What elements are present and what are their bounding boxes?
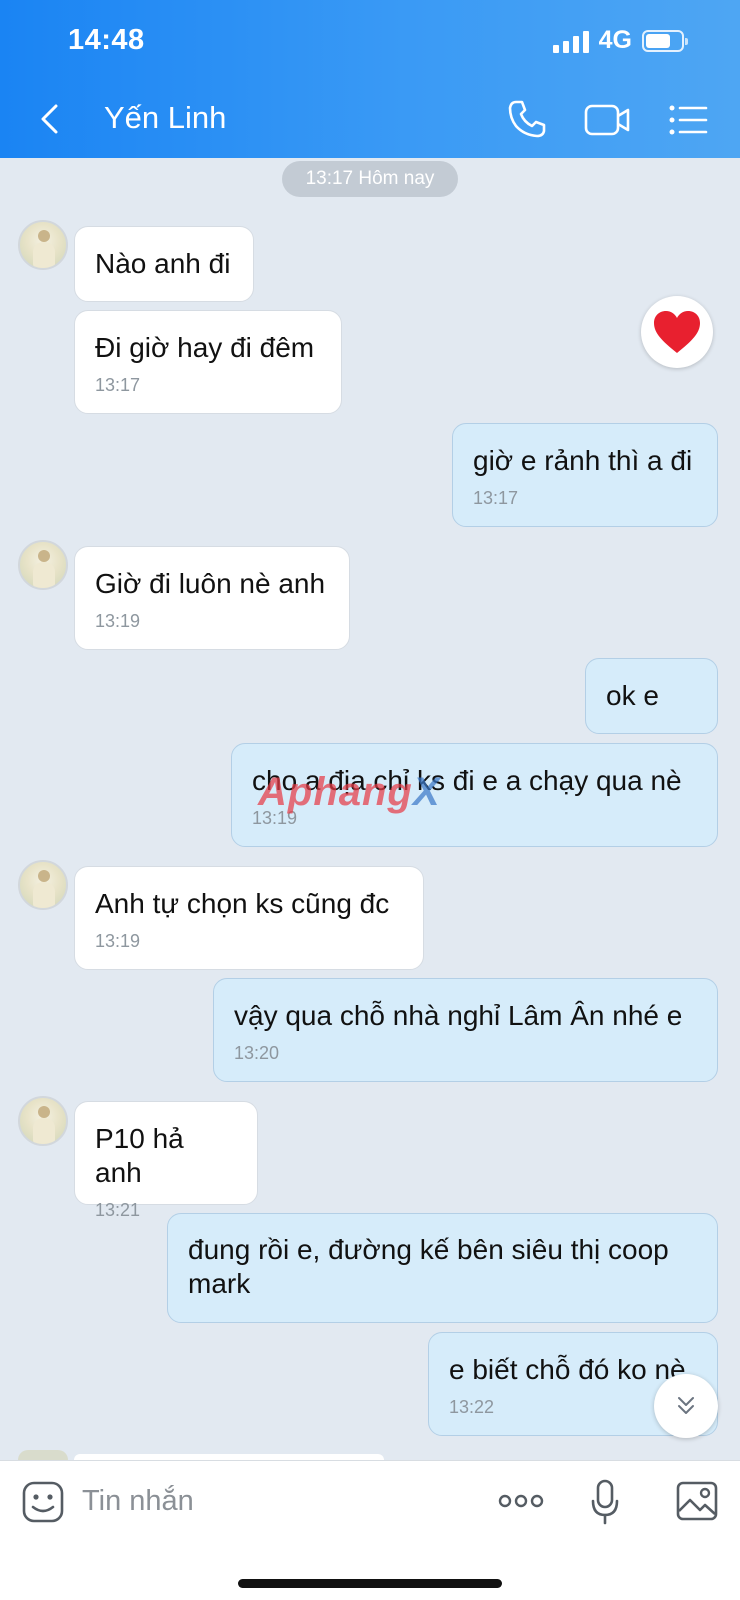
message-text: P10 hả anh bbox=[95, 1123, 184, 1188]
watermark-text: Aphang bbox=[258, 770, 413, 814]
menu-icon[interactable] bbox=[668, 102, 708, 138]
message-bubble-out[interactable]: đung rồi e, đường kế bên siêu thị coop m… bbox=[167, 1213, 718, 1323]
message-bubble-in[interactable]: Nào anh đi bbox=[74, 226, 254, 302]
message-text: Nào anh đi bbox=[95, 248, 231, 279]
message-text: vậy qua chỗ nhà nghỉ Lâm Ân nhé e bbox=[234, 1000, 683, 1031]
message-text: giờ e rảnh thì a đi bbox=[473, 445, 693, 476]
status-indicators: 4G bbox=[552, 26, 688, 55]
phone-icon[interactable] bbox=[506, 98, 548, 140]
battery-icon bbox=[642, 29, 688, 52]
heart-icon bbox=[654, 311, 700, 353]
message-time: 13:17 bbox=[95, 375, 141, 395]
message-text: e biết chỗ đó ko nè bbox=[449, 1354, 686, 1385]
sticker-icon[interactable] bbox=[22, 1481, 64, 1523]
contact-avatar[interactable] bbox=[18, 540, 68, 590]
message-text: Anh tự chọn ks cũng đc bbox=[95, 888, 390, 919]
contact-avatar[interactable] bbox=[18, 220, 68, 270]
message-time: 13:17 bbox=[473, 488, 519, 508]
date-divider: 13:17 Hôm nay bbox=[282, 161, 458, 197]
status-time: 14:48 bbox=[68, 24, 145, 56]
contact-avatar bbox=[18, 1450, 68, 1460]
message-bubble-in[interactable]: Giờ đi luôn nè anh 13:19 bbox=[74, 546, 350, 650]
signal-icon bbox=[552, 29, 589, 53]
image-icon[interactable] bbox=[676, 1481, 718, 1521]
message-bubble-in[interactable]: Anh tự chọn ks cũng đc 13:19 bbox=[74, 866, 424, 970]
message-text: đung rồi e, đường kế bên siêu thị coop m… bbox=[188, 1234, 669, 1299]
message-bubble-in[interactable]: Đi giờ hay đi đêm 13:17 bbox=[74, 310, 342, 414]
contact-avatar[interactable] bbox=[18, 1096, 68, 1146]
message-bubble-out[interactable]: giờ e rảnh thì a đi 13:17 bbox=[452, 423, 718, 527]
message-time: 13:19 bbox=[95, 611, 141, 631]
watermark-logo: AphangX bbox=[258, 770, 441, 815]
message-composer bbox=[0, 1460, 740, 1600]
chat-header: 14:48 4G Yến Linh bbox=[0, 0, 740, 158]
message-time: 13:19 bbox=[95, 931, 141, 951]
nav-bar: Yến Linh bbox=[0, 92, 740, 148]
microphone-icon[interactable] bbox=[590, 1479, 620, 1525]
message-bubble-out[interactable]: ok e bbox=[585, 658, 718, 734]
home-indicator bbox=[238, 1579, 502, 1588]
scroll-to-bottom-button[interactable] bbox=[654, 1374, 718, 1438]
network-type: 4G bbox=[598, 26, 632, 54]
message-bubble-in[interactable]: P10 hả anh 13:21 bbox=[74, 1101, 258, 1220]
message-text: ok e bbox=[606, 680, 659, 711]
double-chevron-down-icon bbox=[678, 1397, 694, 1414]
message-bubble-out[interactable]: vậy qua chỗ nhà nghỉ Lâm Ân nhé e 13:20 bbox=[213, 978, 718, 1082]
back-icon[interactable] bbox=[34, 102, 68, 136]
more-options-icon[interactable] bbox=[498, 1491, 544, 1511]
contact-avatar[interactable] bbox=[18, 860, 68, 910]
contact-name[interactable]: Yến Linh bbox=[104, 100, 226, 136]
reaction-button[interactable] bbox=[641, 296, 713, 368]
watermark-accent: X bbox=[412, 770, 441, 814]
message-text: Giờ đi luôn nè anh bbox=[95, 568, 326, 599]
message-text: Đi giờ hay đi đêm bbox=[95, 332, 315, 363]
message-time: 13:20 bbox=[234, 1043, 280, 1063]
message-input[interactable] bbox=[82, 1479, 462, 1523]
video-call-icon[interactable] bbox=[584, 100, 630, 140]
